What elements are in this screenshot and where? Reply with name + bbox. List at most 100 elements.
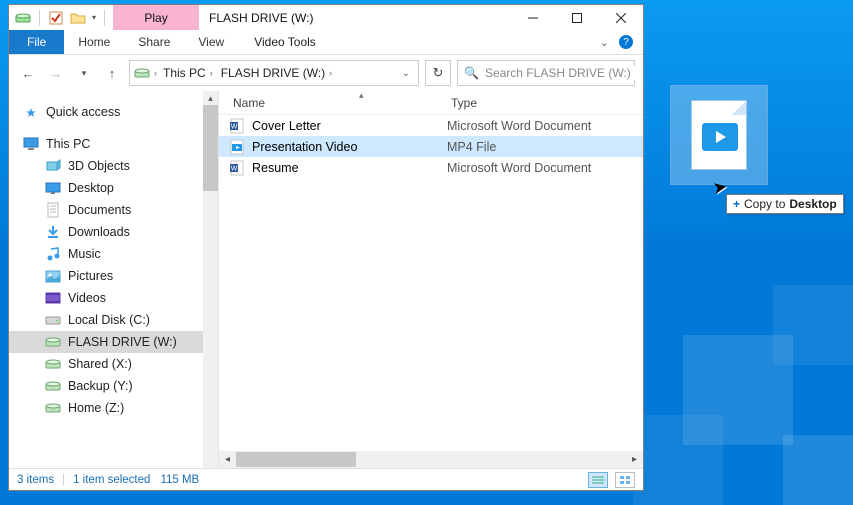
ribbon: File Home Share View Video Tools ⌄ ? xyxy=(9,30,643,55)
ribbon-tab-home[interactable]: Home xyxy=(64,30,124,54)
drive-icon xyxy=(15,10,31,26)
quick-access-toolbar: ▾ xyxy=(9,5,113,30)
svg-text:W: W xyxy=(231,123,238,130)
nav-item[interactable]: Backup (Y:) xyxy=(9,375,203,397)
breadcrumb-location[interactable]: FLASH DRIVE (W:)› xyxy=(219,66,334,80)
navigation-pane[interactable]: ▴ ★ Quick access This PC 3D Objects Deskt… xyxy=(9,91,219,468)
navpane-scroll-up[interactable]: ▴ xyxy=(203,91,218,105)
nav-label: Quick access xyxy=(46,105,120,119)
file-row[interactable]: Presentation VideoMP4 File xyxy=(219,136,643,157)
qat-customize-icon[interactable]: ▾ xyxy=(92,13,96,22)
hscroll-thumb[interactable] xyxy=(236,452,356,467)
nav-item[interactable]: Local Disk (C:) xyxy=(9,309,203,331)
drop-hint-prefix: Copy to xyxy=(744,197,785,211)
view-large-icons-button[interactable] xyxy=(615,472,635,488)
qat-new-folder-icon[interactable] xyxy=(70,10,86,26)
back-button[interactable]: ← xyxy=(17,62,39,84)
nav-item[interactable]: FLASH DRIVE (W:) xyxy=(9,331,203,353)
ribbon-tab-share[interactable]: Share xyxy=(124,30,184,54)
file-list[interactable]: WCover LetterMicrosoft Word DocumentPres… xyxy=(219,115,643,451)
ribbon-tab-video-tools[interactable]: Video Tools xyxy=(240,30,330,54)
nav-item-label: Local Disk (C:) xyxy=(68,313,150,327)
word-file-icon: W xyxy=(229,160,245,176)
maximize-button[interactable] xyxy=(555,5,599,30)
ribbon-tab-file[interactable]: File xyxy=(9,30,64,54)
navigation-row: ← → ▾ ↑ › This PC› FLASH DRIVE (W:)› ⌄ ↻… xyxy=(9,55,643,91)
nav-item[interactable]: Videos xyxy=(9,287,203,309)
address-dropdown-icon[interactable]: ⌄ xyxy=(398,68,414,79)
nav-item-label: Backup (Y:) xyxy=(68,379,133,393)
file-row[interactable]: WCover LetterMicrosoft Word Document xyxy=(219,115,643,136)
status-bar: 3 items | 1 item selected 115 MB xyxy=(9,468,643,490)
ribbon-collapse-icon[interactable]: ⌄ xyxy=(600,36,609,49)
recent-locations-button[interactable]: ▾ xyxy=(73,62,95,84)
window-controls xyxy=(511,5,643,30)
search-box[interactable]: 🔍 xyxy=(457,60,635,86)
address-bar[interactable]: › This PC› FLASH DRIVE (W:)› ⌄ xyxy=(129,60,419,86)
drop-hint-dest: Desktop xyxy=(789,197,836,211)
video-file-icon xyxy=(229,139,245,155)
status-item-count: 3 items xyxy=(17,474,54,486)
file-type: Microsoft Word Document xyxy=(447,161,643,175)
search-input[interactable] xyxy=(485,66,640,80)
refresh-button[interactable]: ↻ xyxy=(425,60,451,86)
nav-item-label: 3D Objects xyxy=(68,159,130,173)
titlebar[interactable]: ▾ Play FLASH DRIVE (W:) xyxy=(9,5,643,30)
search-icon: 🔍 xyxy=(464,66,479,80)
window-title: FLASH DRIVE (W:) xyxy=(199,5,511,30)
context-tab-play[interactable]: Play xyxy=(113,5,199,30)
nav-item-label: Shared (X:) xyxy=(68,357,132,371)
nav-item-icon xyxy=(45,312,61,328)
nav-this-pc[interactable]: This PC xyxy=(9,133,203,155)
minimize-button[interactable] xyxy=(511,5,555,30)
nav-item-icon xyxy=(45,224,61,240)
hscroll-left[interactable]: ◂ xyxy=(219,451,236,468)
nav-item-label: Documents xyxy=(68,203,131,217)
up-button[interactable]: ↑ xyxy=(101,62,123,84)
nav-item-icon xyxy=(45,202,61,218)
explorer-body: ▴ ★ Quick access This PC 3D Objects Deskt… xyxy=(9,91,643,468)
nav-item-icon xyxy=(45,378,61,394)
context-tab-label: Play xyxy=(144,11,167,25)
nav-item-icon xyxy=(45,158,61,174)
column-header-name[interactable]: Name xyxy=(219,96,447,110)
nav-item-icon xyxy=(45,268,61,284)
forward-button[interactable]: → xyxy=(45,62,67,84)
hscroll-right[interactable]: ▸ xyxy=(626,451,643,468)
nav-label: This PC xyxy=(46,137,90,151)
column-headers[interactable]: ▴ Name Type xyxy=(219,91,643,115)
nav-quick-access[interactable]: ★ Quick access xyxy=(9,101,203,123)
nav-item[interactable]: Documents xyxy=(9,199,203,221)
svg-text:W: W xyxy=(231,165,238,172)
close-button[interactable] xyxy=(599,5,643,30)
help-icon[interactable]: ? xyxy=(619,35,633,49)
file-type: Microsoft Word Document xyxy=(447,119,643,133)
nav-item-icon xyxy=(45,356,61,372)
nav-item[interactable]: Music xyxy=(9,243,203,265)
status-selected-count: 1 item selected xyxy=(73,474,150,486)
content-pane: ▴ Name Type WCover LetterMicrosoft Word … xyxy=(219,91,643,468)
breadcrumb-caret[interactable]: › xyxy=(154,68,157,78)
file-row[interactable]: W Resume Microsoft Word Document xyxy=(219,157,643,178)
nav-item-label: Downloads xyxy=(68,225,130,239)
column-header-type[interactable]: Type xyxy=(447,96,643,110)
nav-item-label: Desktop xyxy=(68,181,114,195)
view-details-button[interactable] xyxy=(588,472,608,488)
nav-item[interactable]: Downloads xyxy=(9,221,203,243)
qat-properties-icon[interactable] xyxy=(48,10,64,26)
nav-item-label: FLASH DRIVE (W:) xyxy=(68,335,177,349)
nav-item[interactable]: Desktop xyxy=(9,177,203,199)
nav-item[interactable]: Shared (X:) xyxy=(9,353,203,375)
content-hscrollbar[interactable]: ◂ ▸ xyxy=(219,451,643,468)
nav-item-icon xyxy=(45,290,61,306)
file-name: Resume xyxy=(252,161,299,175)
nav-item[interactable]: Pictures xyxy=(9,265,203,287)
nav-item[interactable]: 3D Objects xyxy=(9,155,203,177)
file-type: MP4 File xyxy=(447,140,643,154)
breadcrumb-this-pc[interactable]: This PC› xyxy=(161,66,215,80)
nav-item-icon xyxy=(45,180,61,196)
ribbon-tab-view[interactable]: View xyxy=(184,30,238,54)
nav-item-label: Music xyxy=(68,247,101,261)
navpane-scroll-thumb[interactable] xyxy=(203,105,218,191)
nav-item[interactable]: Home (Z:) xyxy=(9,397,203,419)
